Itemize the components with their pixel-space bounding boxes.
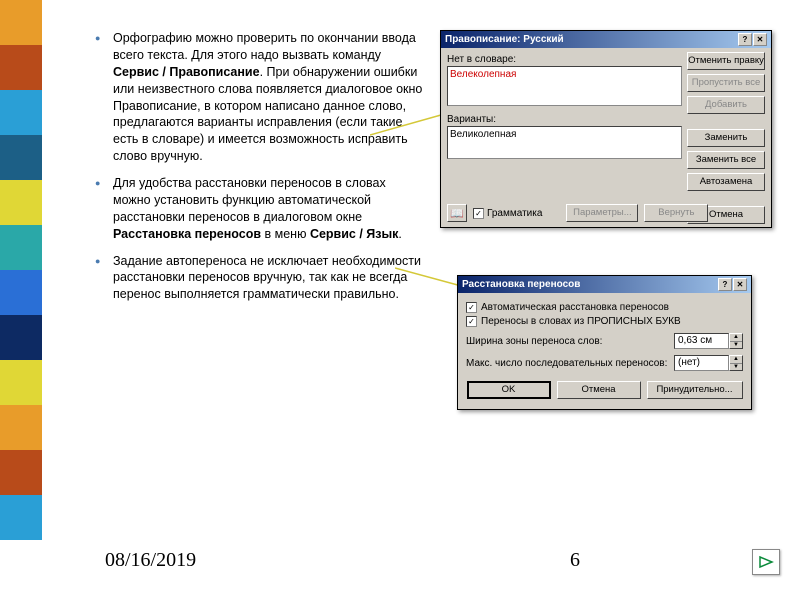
zone-width-label: Ширина зоны переноса слов: (466, 336, 602, 347)
grammar-checkbox[interactable]: ✓Грамматика (473, 208, 542, 219)
bullet-3: Задание автопереноса не исключает необхо… (95, 253, 425, 304)
bullet-1: Орфографию можно проверить по окончании … (95, 30, 425, 165)
max-hyphens-label: Макс. число последовательных переносов: (466, 358, 667, 369)
params-button[interactable]: Параметры... (566, 204, 638, 222)
next-slide-button[interactable] (752, 549, 780, 575)
spelling-dialog-titlebar: Правописание: Русский ? ✕ (441, 31, 771, 48)
close-button[interactable]: ✕ (753, 33, 767, 46)
replace-all-button[interactable]: Заменить все (687, 151, 765, 169)
slide-text-content: Орфографию можно проверить по окончании … (95, 30, 425, 313)
undo-edit-button[interactable]: Отменить правку (687, 52, 765, 70)
zone-width-spinner[interactable]: ▲▼ (729, 333, 743, 349)
variants-listbox[interactable]: Великолепная (447, 126, 682, 159)
hyphenation-dialog: Расстановка переносов ? ✕ ✓Автоматическа… (457, 275, 752, 410)
max-hyphens-spinner[interactable]: ▲▼ (729, 355, 743, 371)
close-button[interactable]: ✕ (733, 278, 747, 291)
not-in-dict-textbox[interactable]: Велеколепная (447, 66, 682, 106)
zone-width-input[interactable]: 0,63 см (674, 333, 729, 349)
hyphenation-dialog-title: Расстановка переносов (462, 279, 580, 290)
auto-hyphen-checkbox[interactable]: ✓Автоматическая расстановка переносов (466, 302, 743, 313)
decorative-stripe-sidebar (0, 0, 42, 540)
bullet-2: Для удобства расстановки переносов в сло… (95, 175, 425, 243)
hyphenation-dialog-titlebar: Расстановка переносов ? ✕ (458, 276, 751, 293)
footer-date: 08/16/2019 (105, 549, 196, 572)
force-button[interactable]: Принудительно... (647, 381, 743, 399)
add-button[interactable]: Добавить (687, 96, 765, 114)
help-button[interactable]: ? (718, 278, 732, 291)
book-icon[interactable]: 📖 (447, 204, 467, 222)
replace-button[interactable]: Заменить (687, 129, 765, 147)
ok-button[interactable]: OK (467, 381, 551, 399)
return-button[interactable]: Вернуть (644, 204, 708, 222)
autoreplace-button[interactable]: Автозамена (687, 173, 765, 191)
caps-hyphen-checkbox[interactable]: ✓Переносы в словах из ПРОПИСНЫХ БУКВ (466, 316, 743, 327)
cancel-button[interactable]: Отмена (557, 381, 641, 399)
skip-all-button[interactable]: Пропустить все (687, 74, 765, 92)
spelling-dialog-title: Правописание: Русский (445, 34, 564, 45)
footer-page-number: 6 (570, 549, 580, 572)
max-hyphens-input[interactable]: (нет) (674, 355, 729, 371)
spelling-dialog: Правописание: Русский ? ✕ Нет в словаре:… (440, 30, 772, 228)
help-button[interactable]: ? (738, 33, 752, 46)
